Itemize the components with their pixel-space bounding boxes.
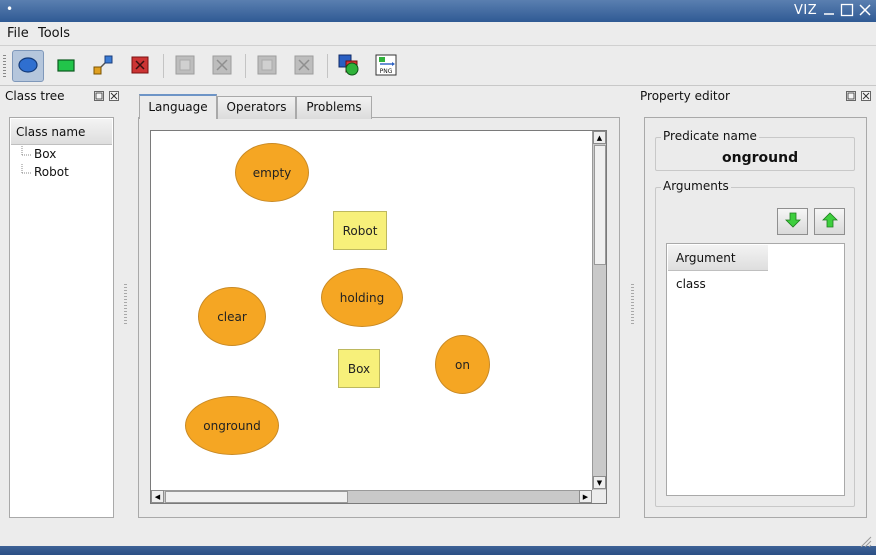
scroll-left-icon[interactable]: ◀ [151, 490, 164, 503]
disabled-cancel-2-icon [293, 54, 315, 79]
left-splitter-handle[interactable] [124, 284, 127, 326]
toolbar-separator [245, 54, 246, 78]
menu-bar: File Tools [0, 22, 876, 46]
maximize-icon[interactable] [840, 3, 854, 17]
disabled-remove-icon [174, 54, 196, 79]
ellipse-tool-icon [17, 56, 39, 77]
palette-icon [337, 53, 361, 80]
class-node-box[interactable]: Box [338, 349, 380, 388]
delete-node-icon [130, 55, 150, 78]
toolbar-grip[interactable] [3, 55, 6, 77]
class-name-column-header[interactable]: Class name [11, 119, 112, 145]
system-menu-icon[interactable]: • [6, 2, 13, 16]
close-dock-icon[interactable] [861, 91, 871, 101]
menu-file[interactable]: File [7, 26, 29, 41]
vertical-scroll-thumb[interactable] [594, 145, 606, 265]
png-label: PNG [380, 68, 393, 75]
predicate-node-empty[interactable]: empty [235, 143, 309, 202]
vertical-scrollbar[interactable]: ▲ ▼ [592, 131, 606, 490]
toolbar-separator [163, 54, 164, 78]
minimize-icon[interactable] [822, 3, 836, 17]
close-dock-icon[interactable] [109, 91, 119, 101]
scroll-right-icon[interactable]: ▶ [579, 490, 592, 503]
predicate-name-value[interactable]: onground [722, 150, 798, 166]
palette-button[interactable] [333, 50, 365, 82]
disabled-remove-2-icon [256, 54, 278, 79]
predicate-node-holding[interactable]: holding [321, 268, 403, 327]
disabled-cancel-button[interactable] [206, 50, 238, 82]
class-tree-panel: Class name Box Robot [9, 117, 114, 518]
toolbar-separator [327, 54, 328, 78]
argument-class-column-header[interactable]: Argument class [668, 245, 768, 291]
toolbar: PNG [0, 46, 876, 86]
float-dock-icon[interactable] [846, 91, 856, 101]
export-png-icon: PNG [374, 53, 398, 80]
window-title-bar: • VIZ [0, 0, 876, 22]
predicate-node-clear[interactable]: clear [198, 287, 266, 346]
disabled-cancel-2-button[interactable] [288, 50, 320, 82]
menu-tools[interactable]: Tools [38, 26, 70, 41]
connector-tool-button[interactable] [87, 50, 119, 82]
window-title: VIZ [794, 3, 818, 18]
export-png-button[interactable]: PNG [370, 50, 402, 82]
disabled-remove-button[interactable] [169, 50, 201, 82]
argument-table[interactable]: Argument class [666, 243, 845, 496]
move-up-button[interactable] [814, 208, 845, 235]
tree-branch-icon [21, 146, 31, 156]
diagram-canvas[interactable]: empty Robot holding clear Box on ongroun… [151, 131, 592, 490]
rectangle-tool-button[interactable] [50, 50, 82, 82]
tree-branch-icon [21, 164, 31, 174]
float-dock-icon[interactable] [94, 91, 104, 101]
status-bar [0, 546, 876, 555]
resize-grip-icon[interactable] [858, 535, 872, 548]
scroll-down-icon[interactable]: ▼ [593, 476, 606, 489]
class-tree-title: Class tree [5, 89, 65, 103]
arrow-up-icon [821, 211, 839, 232]
horizontal-scrollbar[interactable]: ◀ ▶ [151, 490, 592, 503]
scroll-corner [592, 490, 606, 503]
predicate-name-label: Predicate name [661, 129, 759, 143]
predicate-node-on[interactable]: on [435, 335, 490, 394]
disabled-cancel-icon [211, 54, 233, 79]
ellipse-tool-button[interactable] [12, 50, 44, 82]
arrow-down-icon [784, 211, 802, 232]
scroll-up-icon[interactable]: ▲ [593, 131, 606, 144]
tab-operators[interactable]: Operators [217, 96, 296, 119]
right-splitter-handle[interactable] [631, 284, 634, 326]
class-node-robot[interactable]: Robot [333, 211, 387, 250]
property-editor-title: Property editor [640, 89, 730, 103]
close-window-icon[interactable] [858, 3, 872, 17]
arguments-label: Arguments [661, 179, 731, 193]
tree-item-label: Robot [34, 165, 69, 179]
tab-language[interactable]: Language [139, 94, 217, 119]
rectangle-tool-icon [56, 57, 76, 76]
move-down-button[interactable] [777, 208, 808, 235]
connector-tool-icon [92, 54, 114, 79]
tree-item-label: Box [34, 147, 57, 161]
tab-problems[interactable]: Problems [296, 96, 372, 119]
horizontal-scroll-thumb[interactable] [165, 491, 348, 503]
disabled-remove-2-button[interactable] [251, 50, 283, 82]
diagram-scroll-area: empty Robot holding clear Box on ongroun… [150, 130, 607, 504]
delete-node-button[interactable] [124, 50, 156, 82]
predicate-node-onground[interactable]: onground [185, 396, 279, 455]
